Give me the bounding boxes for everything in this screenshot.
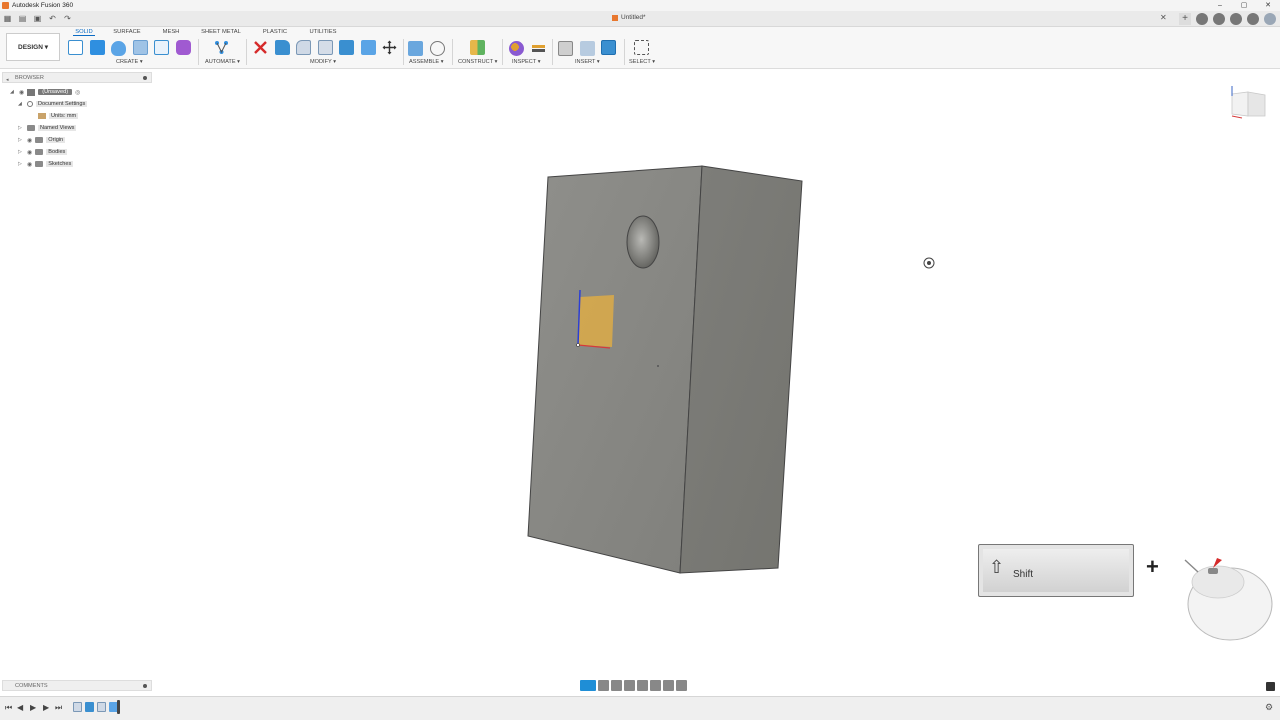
grid-settings-icon[interactable] bbox=[663, 680, 674, 691]
timeline-marker[interactable] bbox=[117, 700, 120, 714]
timeline-back-icon[interactable]: ◀ bbox=[17, 703, 23, 712]
viewports-icon[interactable] bbox=[676, 680, 687, 691]
timeline-forward-icon[interactable]: ▶ bbox=[43, 703, 49, 712]
timeline-sketch-feature-icon[interactable] bbox=[97, 702, 106, 712]
shift-key-overlay: ⇧ Shift bbox=[978, 544, 1134, 597]
navigation-bar bbox=[580, 679, 687, 692]
comments-panel[interactable]: COMMENTS bbox=[2, 680, 152, 691]
sketch-origin-point bbox=[576, 343, 580, 347]
timeline-play-icon[interactable]: ▶ bbox=[30, 703, 36, 712]
plus-sign: + bbox=[1146, 554, 1159, 579]
visual-style-icon[interactable] bbox=[650, 680, 661, 691]
body-side-face[interactable] bbox=[679, 165, 803, 574]
pan-icon[interactable] bbox=[611, 680, 622, 691]
shift-arrow-icon: ⇧ bbox=[989, 557, 1005, 577]
hole-feature[interactable] bbox=[626, 215, 660, 269]
mouse-middle-button-icon bbox=[1184, 558, 1273, 641]
timeline-settings-gear-icon[interactable]: ⚙ bbox=[1265, 702, 1273, 713]
viewcube[interactable] bbox=[1228, 82, 1268, 120]
zoom-window-icon[interactable] bbox=[637, 680, 648, 691]
timeline-extrude-feature-icon[interactable] bbox=[85, 702, 94, 712]
cursor-dot bbox=[657, 365, 659, 367]
sketch-profile[interactable] bbox=[578, 295, 614, 347]
timeline-end-icon[interactable]: ⏭ bbox=[55, 703, 62, 713]
zoom-icon[interactable] bbox=[624, 680, 635, 691]
orbit-cursor-icon bbox=[923, 257, 935, 269]
body-front-face[interactable] bbox=[527, 165, 703, 574]
grid-snap-icon[interactable] bbox=[598, 680, 609, 691]
shift-key-label: Shift bbox=[1013, 569, 1034, 580]
timeline-sketch-feature-icon[interactable] bbox=[73, 702, 82, 712]
comments-pin-icon[interactable] bbox=[143, 684, 147, 688]
timeline-start-icon[interactable]: ⏮ bbox=[5, 703, 12, 713]
display-settings-icon[interactable] bbox=[580, 680, 596, 691]
comments-title: COMMENTS bbox=[15, 683, 48, 689]
timeline-bar: ⏮ ◀ ▶ ▶ ⏭ bbox=[0, 696, 1280, 720]
viewport-canvas[interactable] bbox=[0, 0, 1280, 720]
expand-panel-icon[interactable] bbox=[1266, 682, 1275, 691]
